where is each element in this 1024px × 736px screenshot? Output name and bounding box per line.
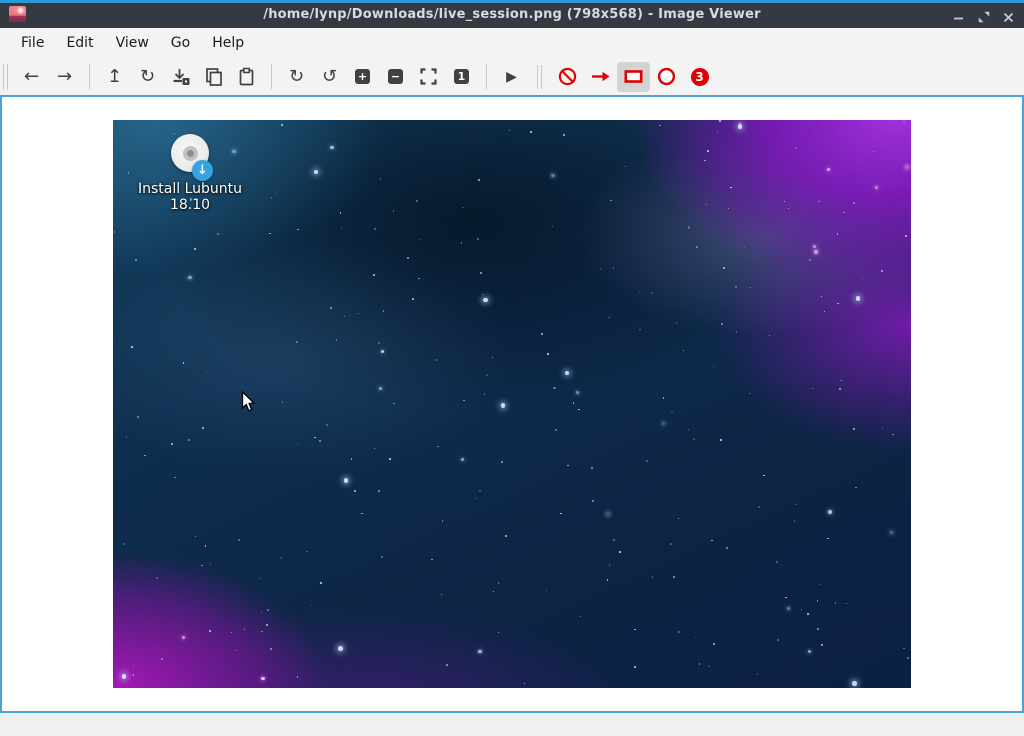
prohibit-icon [557, 66, 578, 87]
slideshow-play-button[interactable]: ▶ [495, 62, 528, 92]
original-size-icon: 1 [454, 69, 469, 84]
cd-hole [187, 150, 194, 157]
red-arrow-icon [590, 66, 611, 87]
arrow-left-icon: ← [24, 68, 39, 86]
save-button[interactable] [164, 62, 197, 92]
upload-icon: ↥ [107, 68, 122, 86]
zoom-out-icon: − [388, 69, 403, 84]
minimize-icon [953, 12, 964, 23]
menu-file[interactable]: File [10, 31, 55, 55]
download-badge: ↓ [192, 160, 213, 181]
copy-icon [203, 66, 224, 87]
menubar: File Edit View Go Help [0, 28, 1024, 58]
upload-button[interactable]: ↥ [98, 62, 131, 92]
status-bar [0, 713, 1024, 736]
viewer-area: ↓ Install Lubuntu 18.10 [0, 95, 1024, 713]
number-tool-button[interactable]: 3 [683, 62, 716, 92]
toolbar-drag-handle[interactable] [537, 65, 542, 89]
window-title: /home/lynp/Downloads/live_session.png (7… [0, 7, 1024, 22]
toolbar-separator [271, 64, 272, 89]
close-icon [1003, 12, 1014, 23]
cd-ring [183, 146, 198, 161]
desktop-icon-label: Install Lubuntu 18.10 [115, 181, 265, 213]
rotate-cw-icon: ↻ [289, 68, 304, 86]
menu-edit[interactable]: Edit [55, 31, 104, 55]
minimize-button[interactable] [949, 8, 968, 27]
no-tool-button[interactable] [551, 62, 584, 92]
desktop-icon-label-line1: Install Lubuntu [115, 181, 265, 197]
rotate-counterclockwise-button[interactable]: ↺ [313, 62, 346, 92]
copy-button[interactable] [197, 62, 230, 92]
forward-button[interactable]: → [48, 62, 81, 92]
paste-button[interactable] [230, 62, 263, 92]
rectangle-tool-button[interactable] [617, 62, 650, 92]
zoom-in-button[interactable]: + [346, 62, 379, 92]
menu-help[interactable]: Help [201, 31, 255, 55]
toolbar: ← → ↥ ↻ ↻ ↺ + [0, 58, 1024, 95]
zoom-in-icon: + [355, 69, 370, 84]
original-size-button[interactable]: 1 [445, 62, 478, 92]
rotate-ccw-icon: ↺ [322, 68, 337, 86]
restore-button[interactable] [974, 8, 993, 27]
number-badge-icon: 3 [691, 68, 709, 86]
red-rectangle-icon [623, 66, 644, 87]
play-icon: ▶ [506, 70, 517, 84]
titlebar[interactable]: /home/lynp/Downloads/live_session.png (7… [0, 0, 1024, 28]
toolbar-drag-handle[interactable] [3, 64, 8, 90]
install-lubuntu-desktop-icon: ↓ Install Lubuntu 18.10 [115, 134, 265, 213]
fit-window-button[interactable] [412, 62, 445, 92]
red-circle-icon [656, 66, 677, 87]
reload-button[interactable]: ↻ [131, 62, 164, 92]
mouse-cursor-icon [241, 391, 256, 413]
restore-icon [978, 11, 990, 23]
zoom-out-button[interactable]: − [379, 62, 412, 92]
toolbar-separator [89, 64, 90, 89]
back-button[interactable]: ← [15, 62, 48, 92]
download-badge-icon [170, 66, 191, 87]
toolbar-separator [486, 64, 487, 89]
arrow-tool-button[interactable] [584, 62, 617, 92]
arrow-right-icon: → [57, 68, 72, 86]
circle-tool-button[interactable] [650, 62, 683, 92]
menu-go[interactable]: Go [160, 31, 201, 55]
close-button[interactable] [999, 8, 1018, 27]
window-controls [949, 6, 1018, 28]
rotate-clockwise-button[interactable]: ↻ [280, 62, 313, 92]
reload-icon: ↻ [140, 68, 155, 86]
menu-view[interactable]: View [105, 31, 160, 55]
paste-icon [236, 66, 257, 87]
desktop-icon-label-line2: 18.10 [115, 197, 265, 213]
image-canvas[interactable]: ↓ Install Lubuntu 18.10 [113, 120, 911, 688]
fit-window-icon [420, 68, 437, 85]
